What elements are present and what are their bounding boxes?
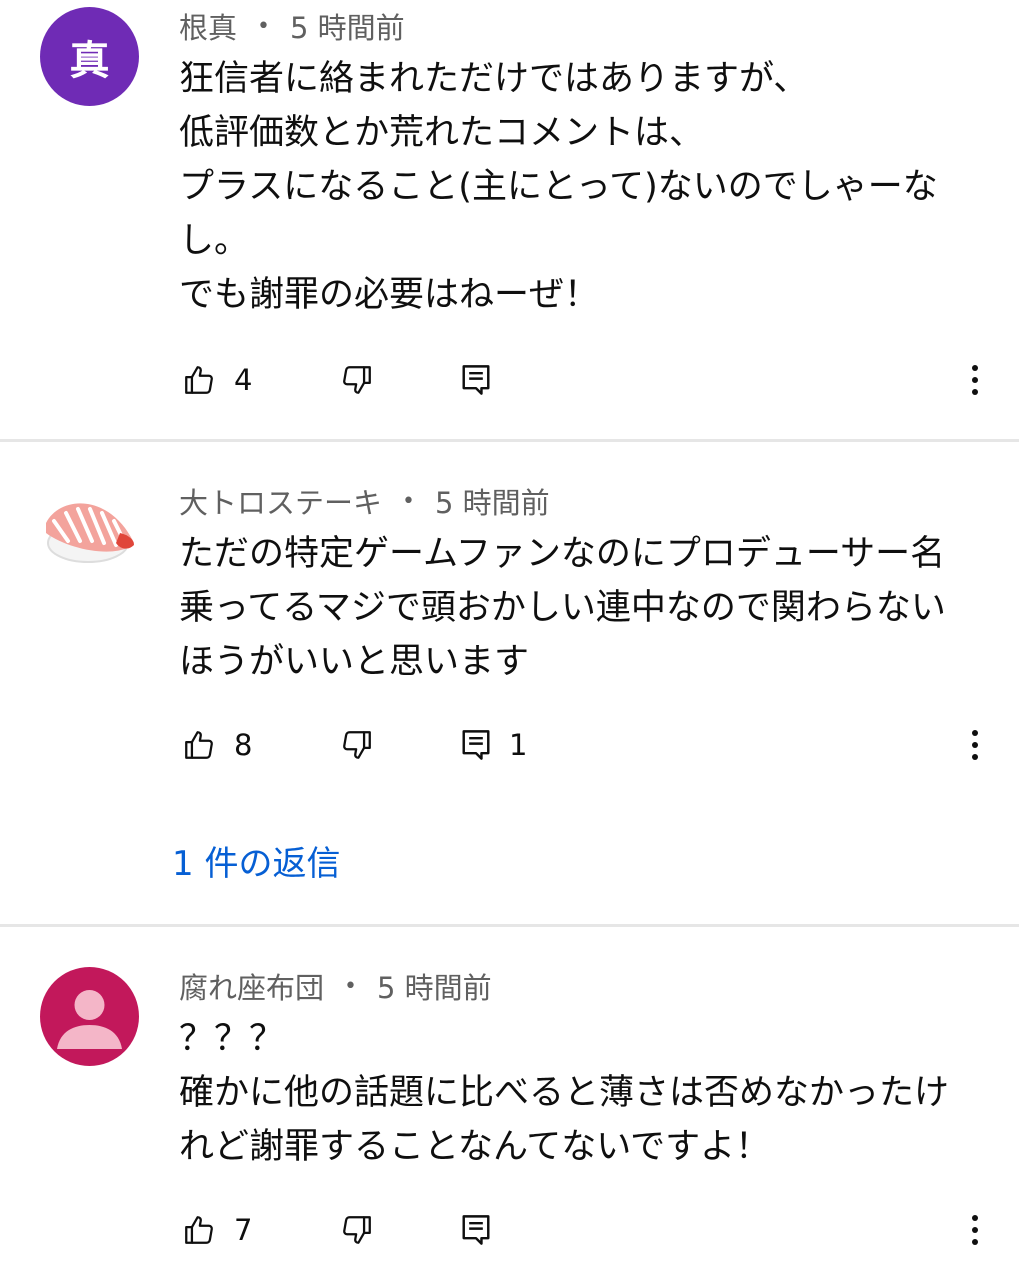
dislike-button[interactable] <box>340 1205 374 1255</box>
comment-line: ？？？ <box>179 1019 285 1059</box>
more-options-button[interactable] <box>958 355 992 405</box>
comment-line: プラスになること(主にとって)ないのでしゃーな <box>179 167 938 207</box>
comment-actions: 7 <box>0 1205 1019 1255</box>
comment-actions: 4 <box>0 355 1019 405</box>
avatar[interactable]: 真 <box>40 7 139 106</box>
dislike-button[interactable] <box>340 355 374 405</box>
separator-dot: • <box>402 488 415 514</box>
timestamp[interactable]: 5 時間前 <box>377 965 492 1007</box>
comment-line: 低評価数とか荒れたコメントは、 <box>179 113 705 153</box>
like-count: 8 <box>234 728 253 762</box>
separator-dot: • <box>344 973 357 999</box>
author-name[interactable]: 根真 <box>179 5 237 47</box>
dislike-button[interactable] <box>340 720 374 770</box>
like-button[interactable]: 7 <box>182 1205 252 1255</box>
comment-line: ただの特定ゲームファンなのにプロデューサー名 <box>179 534 946 574</box>
like-button[interactable]: 4 <box>182 355 252 405</box>
thumbs-up-icon <box>185 1216 213 1244</box>
like-button[interactable]: 8 <box>182 720 252 770</box>
view-replies-link[interactable]: 1 件の返信 <box>172 836 340 885</box>
author-name[interactable]: 腐れ座布団 <box>179 965 324 1007</box>
thumbs-up-icon <box>185 366 213 394</box>
comment-text: ？？？ 確かに他の話題に比べると薄さは否めなかったけ れど謝罪することなんてない… <box>179 1012 989 1174</box>
comment-meta: 大トロステーキ • 5 時間前 <box>179 481 550 521</box>
comment-text: ただの特定ゲームファンなのにプロデューサー名 乗ってるマジで頭おかしい連中なので… <box>179 527 989 689</box>
timestamp[interactable]: 5 時間前 <box>435 480 550 522</box>
more-options-button[interactable] <box>958 1205 992 1255</box>
comment-line: ほうがいいと思います <box>179 642 530 682</box>
timestamp[interactable]: 5 時間前 <box>290 5 405 47</box>
default-person-icon <box>57 990 122 1049</box>
comment-line: 確かに他の話題に比べると薄さは否めなかったけ <box>179 1073 950 1113</box>
reply-icon <box>462 1215 490 1245</box>
comment-line: 乗ってるマジで頭おかしい連中なので関わらない <box>179 588 946 628</box>
separator-dot: • <box>257 13 270 39</box>
reply-button[interactable]: 1 <box>461 720 527 770</box>
comment-meta: 根真 • 5 時間前 <box>179 6 405 46</box>
thumbs-down-icon <box>343 731 371 759</box>
more-vertical-icon <box>972 365 978 395</box>
like-count: 7 <box>234 1213 253 1247</box>
comment-actions: 8 1 <box>0 720 1019 770</box>
sushi-icon <box>46 503 134 563</box>
reply-icon <box>462 365 490 395</box>
like-count: 4 <box>234 363 253 397</box>
reply-count: 1 <box>509 728 528 762</box>
comment-line: 狂信者に絡まれただけではありますが、 <box>179 59 809 99</box>
more-options-button[interactable] <box>958 720 992 770</box>
more-vertical-icon <box>972 1215 978 1245</box>
more-vertical-icon <box>972 730 978 760</box>
author-name[interactable]: 大トロステーキ <box>179 480 382 522</box>
comment-line: れど謝罪することなんてないですよ！ <box>179 1127 771 1167</box>
comment-text: 狂信者に絡まれただけではありますが、 低評価数とか荒れたコメントは、 プラスにな… <box>179 52 989 322</box>
divider <box>0 924 1019 927</box>
reply-button[interactable] <box>461 1205 491 1255</box>
reply-icon <box>462 730 490 760</box>
thumbs-up-icon <box>185 731 213 759</box>
thumbs-down-icon <box>343 366 371 394</box>
avatar-letter: 真 <box>69 37 110 84</box>
divider <box>0 439 1019 442</box>
thumbs-down-icon <box>343 1216 371 1244</box>
avatar[interactable] <box>40 481 139 580</box>
comment-line: し。 <box>179 221 250 261</box>
avatar[interactable] <box>40 967 139 1066</box>
comment-line: でも謝罪の必要はねーぜ！ <box>179 275 600 315</box>
reply-button[interactable] <box>461 355 491 405</box>
comment-meta: 腐れ座布団 • 5 時間前 <box>179 966 492 1006</box>
